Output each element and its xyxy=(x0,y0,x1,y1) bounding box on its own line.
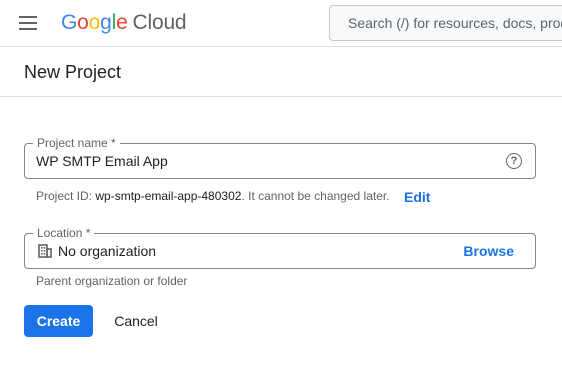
search-placeholder: Search (/) for resources, docs, products… xyxy=(348,15,562,31)
create-button[interactable]: Create xyxy=(24,305,93,337)
project-name-value[interactable]: WP SMTP Email App xyxy=(36,153,168,169)
location-field[interactable]: Location * No organization Browse xyxy=(24,226,536,269)
project-id-value: wp-smtp-email-app-480302 xyxy=(95,189,242,203)
location-hint: Parent organization or folder xyxy=(36,274,188,288)
help-circle-icon[interactable]: ? xyxy=(506,153,522,169)
project-name-label: Project name * xyxy=(33,136,120,150)
browse-button[interactable]: Browse xyxy=(463,243,514,259)
cancel-button[interactable]: Cancel xyxy=(104,305,168,337)
logo-product-name: Cloud xyxy=(132,11,187,34)
google-cloud-logo[interactable]: Google Cloud xyxy=(61,11,187,35)
top-bar: Google Cloud Search (/) for resources, do… xyxy=(0,0,562,47)
page-header: New Project xyxy=(0,48,562,97)
edit-project-id-link[interactable]: Edit xyxy=(404,189,430,205)
page-title: New Project xyxy=(24,62,122,82)
location-label: Location * xyxy=(33,226,95,240)
location-value: No organization xyxy=(58,243,157,259)
project-name-field[interactable]: Project name * WP SMTP Email App ? xyxy=(24,136,536,179)
project-id-text: Project ID: wp-smtp-email-app-480302. It… xyxy=(36,189,390,203)
building-icon xyxy=(38,244,52,258)
search-input[interactable]: Search (/) for resources, docs, products… xyxy=(329,5,562,41)
hamburger-menu-icon[interactable] xyxy=(14,9,42,37)
